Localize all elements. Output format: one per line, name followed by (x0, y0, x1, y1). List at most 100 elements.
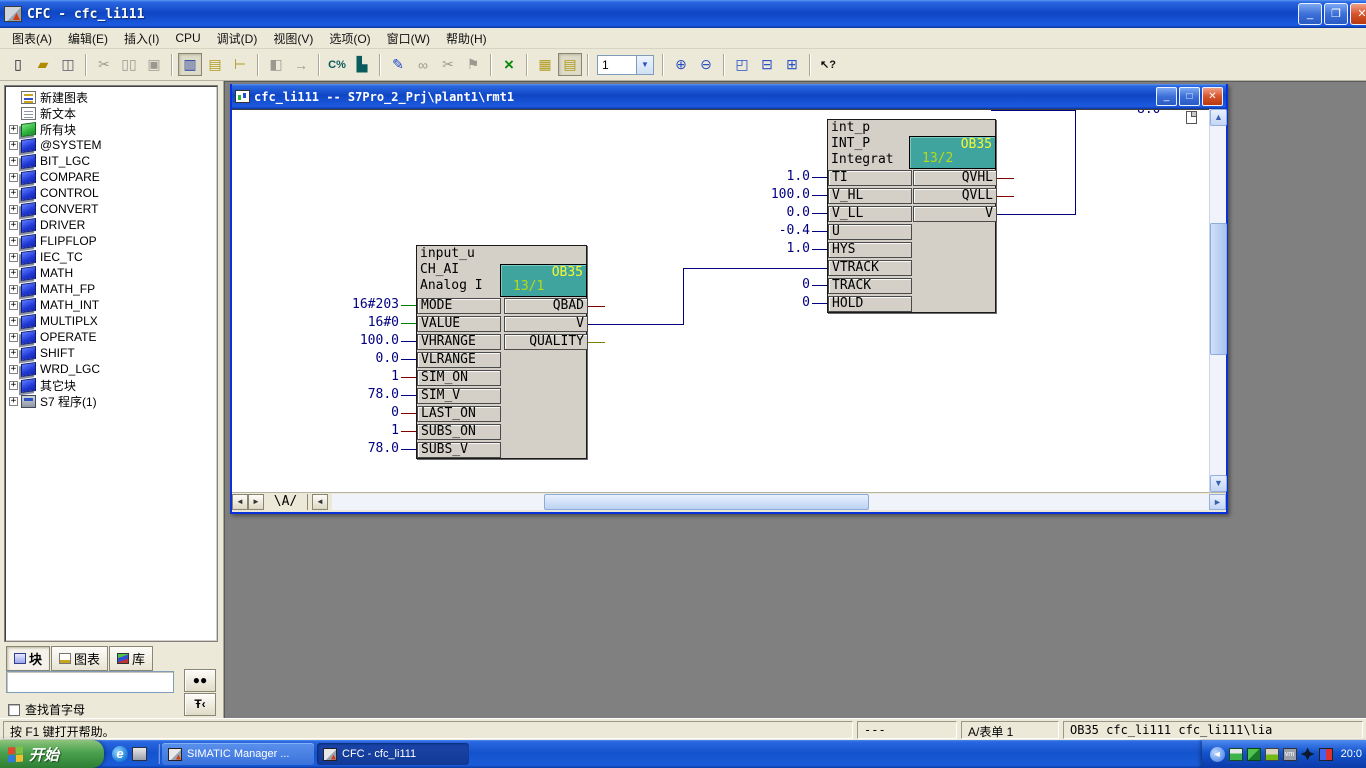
value-int_p-TRACK[interactable]: 0 (730, 277, 810, 293)
expand-icon[interactable]: + (9, 173, 18, 182)
vertical-scroll-thumb[interactable] (1210, 223, 1227, 355)
int_p-input-HOLD[interactable]: HOLD (828, 296, 912, 312)
zoom-out-button[interactable]: ⊖ (694, 53, 718, 76)
edit-mode-button[interactable]: ✎ (386, 53, 410, 76)
quick-launch-icon[interactable] (132, 747, 147, 761)
tree-item-MATH_FP[interactable]: +MATH_FP (7, 281, 217, 297)
menu-item-5[interactable]: 视图(V) (265, 28, 321, 49)
tree-item-COMPARE[interactable]: +COMPARE (7, 169, 217, 185)
horizontal-scroll-thumb[interactable] (544, 494, 869, 510)
tree-item-S7 程序(1)[interactable]: +S7 程序(1) (7, 393, 217, 409)
expand-icon[interactable]: + (9, 285, 18, 294)
scroll-left-button[interactable]: ◄ (312, 494, 328, 510)
value-int_p-V_HL[interactable]: 100.0 (730, 187, 810, 203)
block-input_u[interactable]: input_u CH_AI Analog IOB3513/1MODEVALUEV… (416, 245, 587, 459)
value-int_p-HOLD[interactable]: 0 (730, 295, 810, 311)
tray-tool-icon[interactable] (1301, 748, 1315, 761)
wire-input_u.V[interactable] (683, 268, 684, 325)
input_u-output-QBAD[interactable]: QBAD (504, 298, 588, 314)
value-input_u-SUBS_ON[interactable]: 1 (319, 423, 399, 439)
expand-icon[interactable]: + (9, 301, 18, 310)
scroll-down-button[interactable]: ▼ (1210, 475, 1227, 492)
chart-window-titlebar[interactable]: cfc_li111 -- S7Pro_2_Prj\plant1\rmt1 _ □… (232, 84, 1226, 109)
input-stub-input_u-VALUE[interactable] (401, 323, 416, 324)
input-stub-input_u-SIM_V[interactable] (401, 395, 416, 396)
input_u-output-QUALITY[interactable]: QUALITY (504, 334, 588, 350)
expand-icon[interactable]: + (9, 141, 18, 150)
chart-minimize-button[interactable]: _ (1156, 87, 1177, 106)
sheet-tab-next-button[interactable]: ► (248, 494, 264, 510)
input_u-input-MODE[interactable]: MODE (417, 298, 501, 314)
cfc-sheet-canvas[interactable]: 8.0 input_u CH_AI Analog IOB3513/1MODEVA… (232, 109, 1209, 492)
value-input_u-MODE[interactable]: 16#203 (319, 297, 399, 313)
input_u-input-SUBS_V[interactable]: SUBS_V (417, 442, 501, 458)
int_p-input-HYS[interactable]: HYS (828, 242, 912, 258)
tray-vmware-icon[interactable]: vm (1283, 748, 1297, 761)
expand-icon[interactable]: + (9, 221, 18, 230)
tray-simatic-icon[interactable] (1247, 748, 1261, 761)
expand-icon[interactable]: + (9, 333, 18, 342)
value-input_u-VLRANGE[interactable]: 0.0 (319, 351, 399, 367)
chart-maximize-button[interactable]: □ (1179, 87, 1200, 106)
vertical-scrollbar[interactable]: ▲ ▼ (1209, 109, 1226, 492)
tree-item-OPERATE[interactable]: +OPERATE (7, 329, 217, 345)
menu-item-3[interactable]: CPU (167, 29, 208, 47)
expand-icon[interactable]: + (9, 237, 18, 246)
tree-item-BIT_LGC[interactable]: +BIT_LGC (7, 153, 217, 169)
expand-icon[interactable]: + (9, 317, 18, 326)
tree-item-新建图表[interactable]: 新建图表 (7, 89, 217, 105)
tile-vertical-button[interactable]: ⊞ (780, 53, 804, 76)
internet-explorer-icon[interactable]: e (112, 746, 128, 762)
stub-input_u.QBAD[interactable] (587, 306, 605, 307)
expand-icon[interactable]: + (9, 189, 18, 198)
value-input_u-SIM_ON[interactable]: 1 (319, 369, 399, 385)
overview-button[interactable]: ▥ (178, 53, 202, 76)
wire-input_u.V[interactable] (683, 268, 828, 269)
close-button[interactable]: ✕ (1350, 3, 1366, 25)
wire-int_p.V[interactable] (996, 214, 1076, 215)
catalog-tab-图表[interactable]: 图表 (51, 646, 108, 671)
tray-network-icon[interactable] (1229, 748, 1243, 761)
sheet-tab-a[interactable]: \A/ (264, 494, 308, 510)
new-chart-button[interactable]: ▯ (6, 53, 30, 76)
stub-int_p.QVLL[interactable] (996, 196, 1014, 197)
menu-item-8[interactable]: 帮助(H) (438, 28, 495, 49)
scroll-right-button[interactable]: ► (1209, 494, 1226, 510)
value-input_u-VHRANGE[interactable]: 100.0 (319, 333, 399, 349)
chart-statistics-button[interactable]: ▙ (350, 53, 374, 76)
int_p-input-U[interactable]: U (828, 224, 912, 240)
input_u-input-LAST_ON[interactable]: LAST_ON (417, 406, 501, 422)
value-input_u-VALUE[interactable]: 16#0 (319, 315, 399, 331)
input-stub-input_u-SUBS_ON[interactable] (401, 431, 416, 432)
tree-item-IEC_TC[interactable]: +IEC_TC (7, 249, 217, 265)
menu-item-1[interactable]: 编辑(E) (60, 28, 116, 49)
input_u-input-SUBS_ON[interactable]: SUBS_ON (417, 424, 501, 440)
menu-item-7[interactable]: 窗口(W) (379, 28, 438, 49)
input_u-input-SIM_ON[interactable]: SIM_ON (417, 370, 501, 386)
value-int_p-HYS[interactable]: 1.0 (730, 241, 810, 257)
tree-view-button[interactable]: ⊢ (228, 53, 252, 76)
expand-icon[interactable]: + (9, 269, 18, 278)
tree-item-MULTIPLX[interactable]: +MULTIPLX (7, 313, 217, 329)
wire-input_u.V[interactable] (587, 324, 684, 325)
value-int_p-U[interactable]: -0.4 (730, 223, 810, 239)
tree-item-MATH[interactable]: +MATH (7, 265, 217, 281)
minimize-button[interactable]: _ (1298, 3, 1322, 25)
stub-input_u.QUALITY[interactable] (587, 342, 605, 343)
value-input_u-SIM_V[interactable]: 78.0 (319, 387, 399, 403)
expand-icon[interactable]: + (9, 349, 18, 358)
sheet-bars-button[interactable]: ▤ (558, 53, 582, 76)
tray-folder-icon[interactable] (1265, 748, 1279, 761)
tree-item-MATH_INT[interactable]: +MATH_INT (7, 297, 217, 313)
stub-int_p.QVHL[interactable] (996, 178, 1014, 179)
int_p-input-TRACK[interactable]: TRACK (828, 278, 912, 294)
tree-item-CONTROL[interactable]: +CONTROL (7, 185, 217, 201)
tray-chevron-icon[interactable]: ◄ (1210, 747, 1225, 762)
tree-item-其它块[interactable]: +其它块 (7, 377, 217, 393)
cascade-button[interactable]: ◰ (730, 53, 754, 76)
tree-item-SHIFT[interactable]: +SHIFT (7, 345, 217, 361)
input-stub-input_u-SIM_ON[interactable] (401, 377, 416, 378)
input-stub-input_u-VHRANGE[interactable] (401, 341, 416, 342)
taskbar-task-0[interactable]: SIMATIC Manager ... (162, 743, 314, 765)
sheet-view-button[interactable]: ▤ (203, 53, 227, 76)
